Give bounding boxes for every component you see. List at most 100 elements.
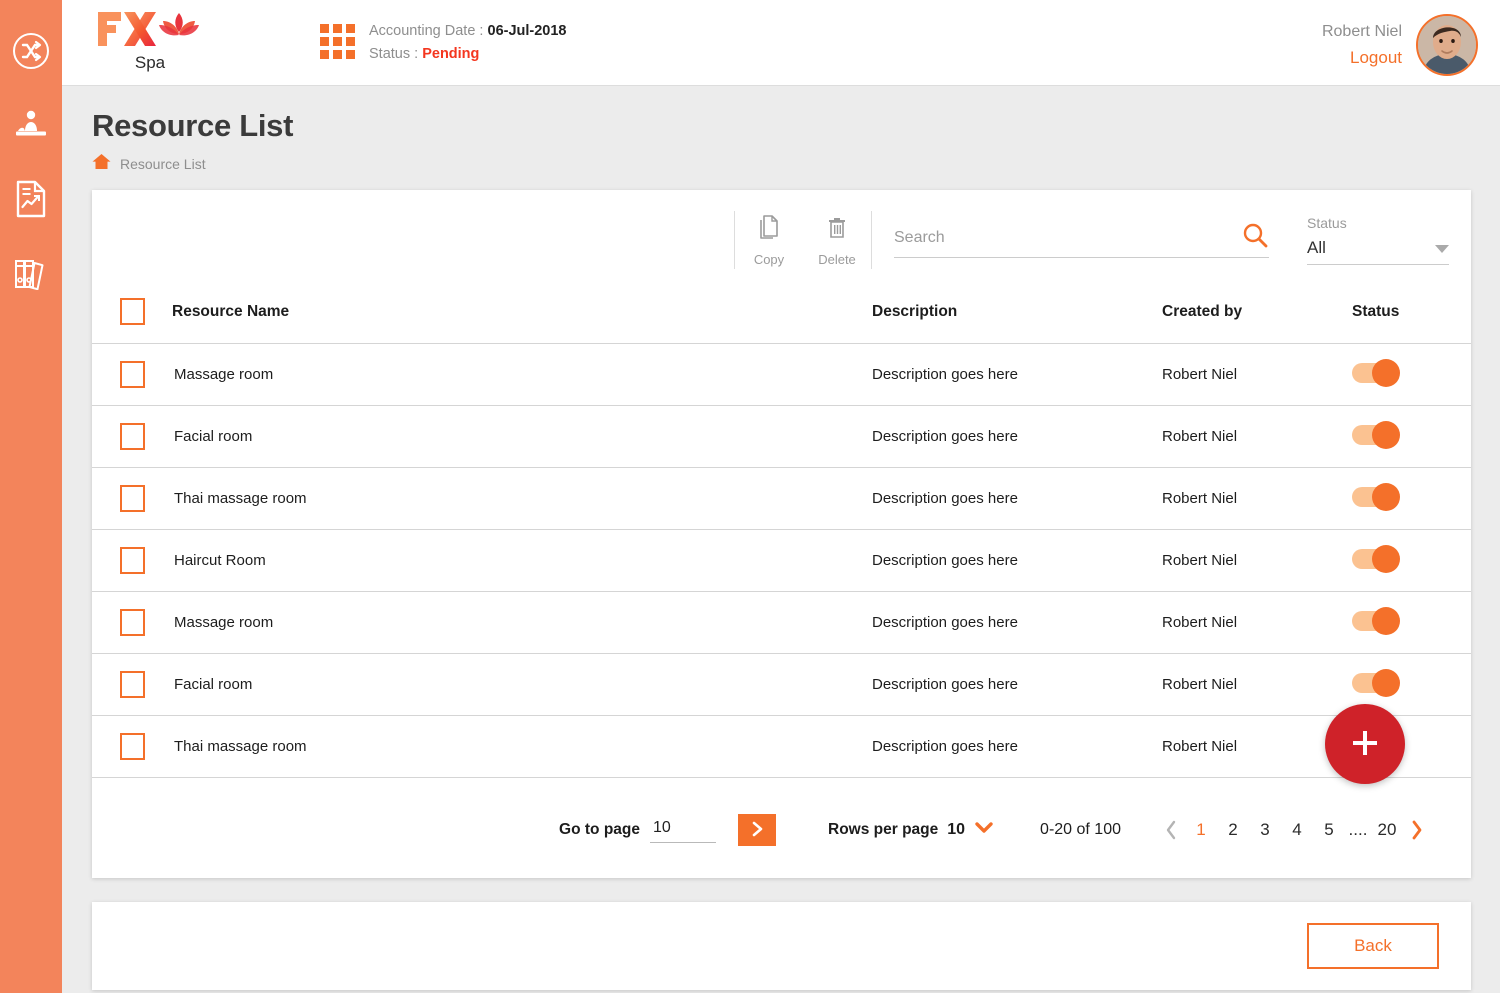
breadcrumb: Resource List [92,153,293,175]
accounting-date-row: Accounting Date : 06-Jul-2018 [369,20,567,43]
cell-created-by: Robert Niel [1162,716,1352,778]
copy-label: Copy [754,252,784,267]
table-row[interactable]: Haircut RoomDescription goes hereRobert … [92,530,1471,592]
search-input[interactable] [894,223,1269,258]
cell-created-by: Robert Niel [1162,406,1352,468]
page-ellipsis: .... [1345,820,1371,840]
rows-per-page-value: 10 [947,821,965,839]
trash-icon [824,214,850,247]
search-button[interactable] [1241,221,1269,252]
reception-desk-icon [14,109,48,141]
user-name: Robert Niel [1322,19,1402,45]
status-toggle[interactable] [1352,487,1398,507]
table-row[interactable]: Facial roomDescription goes hereRobert N… [92,654,1471,716]
status-toggle[interactable] [1352,549,1398,569]
copy-button[interactable]: Copy [735,214,803,267]
cell-resource-name: Haircut Room [172,530,872,592]
page-number[interactable]: 1 [1185,820,1217,840]
cell-description: Description goes here [872,592,1162,654]
page-number[interactable]: 3 [1249,820,1281,840]
apps-grid-icon[interactable] [320,24,355,59]
goto-page-input[interactable] [650,817,716,843]
delete-button[interactable]: Delete [803,214,871,267]
accounting-info: Accounting Date : 06-Jul-2018 Status : P… [320,20,567,66]
cell-status [1352,468,1471,530]
cell-created-by: Robert Niel [1162,344,1352,406]
page-head: Resource List Resource List [92,108,293,175]
page-number[interactable]: 20 [1371,820,1403,840]
status-toggle[interactable] [1352,611,1398,631]
table-row[interactable]: Massage roomDescription goes hereRobert … [92,344,1471,406]
table-row[interactable]: Facial roomDescription goes hereRobert N… [92,406,1471,468]
table-row[interactable]: Massage roomDescription goes hereRobert … [92,592,1471,654]
report-document-icon [15,180,47,218]
brand-subtitle: Spa [90,53,210,73]
table-row[interactable]: Thai massage roomDescription goes hereRo… [92,468,1471,530]
page-number[interactable]: 4 [1281,820,1313,840]
row-select-cell [92,592,172,654]
next-page-button[interactable] [1403,819,1431,841]
page-links: 12345....20 [1157,819,1431,841]
binders-icon [13,256,49,290]
search-area [894,223,1269,258]
toolbar-divider-right [871,211,872,269]
user-area: Robert Niel Logout [1322,14,1478,76]
row-checkbox[interactable] [120,361,145,388]
cell-description: Description goes here [872,344,1162,406]
goto-page-button[interactable] [738,814,776,846]
select-all-checkbox[interactable] [120,298,145,325]
status-filter[interactable]: Status All [1307,215,1449,265]
sidebar [0,0,62,993]
row-select-cell [92,468,172,530]
logout-link[interactable]: Logout [1322,45,1402,71]
table-header-row: Resource Name Description Created by Sta… [92,290,1471,344]
avatar[interactable] [1416,14,1478,76]
row-checkbox[interactable] [120,485,145,512]
delete-label: Delete [818,252,856,267]
home-icon[interactable] [92,153,111,175]
status-toggle[interactable] [1352,673,1398,693]
cell-description: Description goes here [872,406,1162,468]
sidebar-item-shuffle[interactable] [0,14,62,88]
column-created-by: Created by [1162,290,1352,344]
cell-description: Description goes here [872,716,1162,778]
page-number[interactable]: 5 [1313,820,1345,840]
add-resource-fab[interactable] [1325,704,1405,784]
row-select-cell [92,406,172,468]
column-resource-name: Resource Name [172,290,872,344]
status-value: Pending [422,46,479,62]
row-checkbox[interactable] [120,733,145,760]
cell-created-by: Robert Niel [1162,654,1352,716]
footer-bar: Back [92,902,1471,990]
range-text: 0-20 of 100 [1040,821,1121,839]
fx-lotus-logo-icon [94,8,206,52]
breadcrumb-label[interactable]: Resource List [120,156,206,172]
row-checkbox[interactable] [120,671,145,698]
page-number[interactable]: 2 [1217,820,1249,840]
cell-resource-name: Massage room [172,592,872,654]
row-checkbox[interactable] [120,423,145,450]
status-toggle[interactable] [1352,363,1398,383]
table-row[interactable]: Thai massage roomDescription goes hereRo… [92,716,1471,778]
sidebar-item-reception[interactable] [0,88,62,162]
status-filter-label: Status [1307,215,1449,231]
accounting-status-row: Status : Pending [369,43,567,66]
status-filter-select[interactable]: All [1307,238,1449,265]
column-description: Description [872,290,1162,344]
prev-page-button[interactable] [1157,819,1185,841]
row-checkbox[interactable] [120,609,145,636]
sidebar-item-reports[interactable] [0,162,62,236]
row-select-cell [92,530,172,592]
cell-created-by: Robert Niel [1162,468,1352,530]
row-checkbox[interactable] [120,547,145,574]
sidebar-item-records[interactable] [0,236,62,310]
cell-description: Description goes here [872,654,1162,716]
cell-created-by: Robert Niel [1162,530,1352,592]
rows-per-page-select[interactable]: Rows per page 10 [828,821,994,840]
accounting-date-value: 06-Jul-2018 [488,23,567,39]
back-button[interactable]: Back [1307,923,1439,969]
brand-logo[interactable]: Spa [90,8,210,73]
table-body: Massage roomDescription goes hereRobert … [92,344,1471,778]
shuffle-circle-icon [11,31,51,71]
status-toggle[interactable] [1352,425,1398,445]
